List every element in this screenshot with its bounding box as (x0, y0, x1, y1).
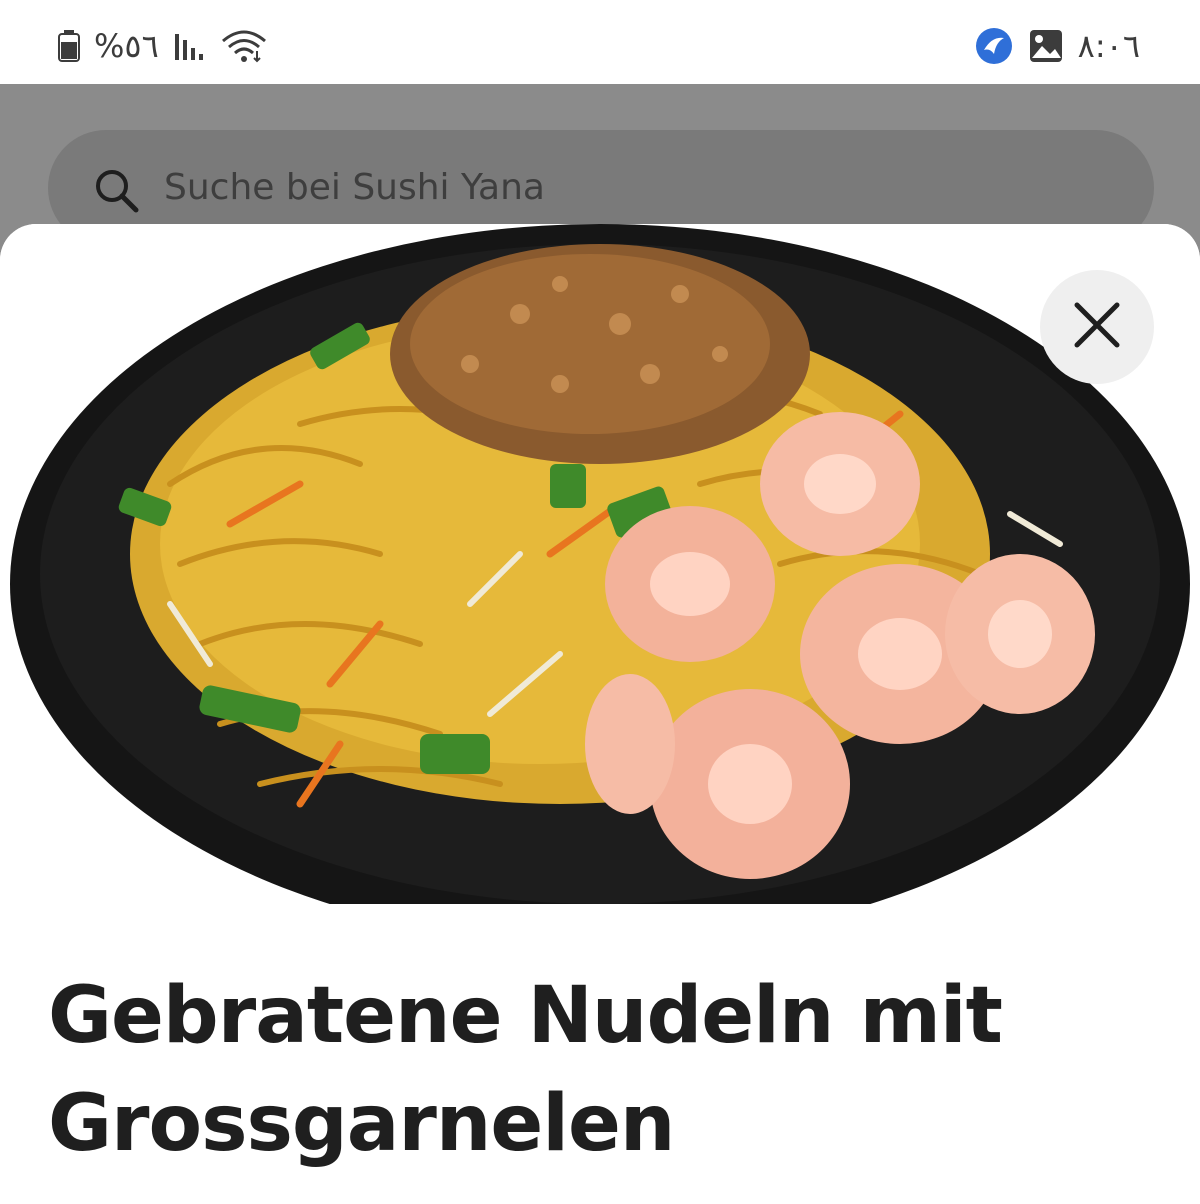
status-time: ٨:٠٦ (1077, 27, 1140, 65)
status-bar: %٥٦ ٨:٠٦ (0, 0, 1200, 85)
status-left: %٥٦ (58, 24, 267, 68)
search-placeholder: Suche bei Sushi Yana (164, 167, 545, 208)
wifi-icon (221, 29, 267, 63)
gallery-icon (1028, 28, 1064, 64)
dish-photo (0, 224, 1200, 944)
battery-icon (58, 30, 80, 62)
product-detail-sheet: Gebratene Nudeln mit Grossgarnelen (0, 224, 1200, 1204)
app-notification-icon (974, 26, 1014, 66)
battery-percentage: %٥٦ (94, 27, 159, 65)
close-icon (1071, 299, 1123, 355)
dish-title: Gebratene Nudeln mit Grossgarnelen (48, 971, 1003, 1169)
status-right: ٨:٠٦ (974, 24, 1140, 68)
search-icon (92, 166, 140, 214)
signal-icon (173, 30, 207, 62)
close-button[interactable] (1040, 270, 1154, 384)
